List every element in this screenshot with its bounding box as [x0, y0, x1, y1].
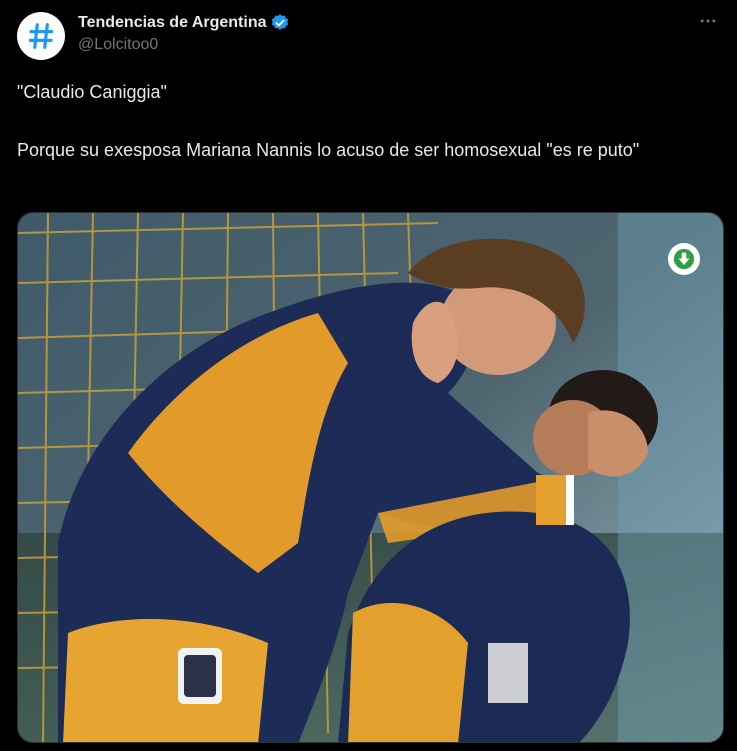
tweet-line-1: "Claudio Caniggia"	[17, 82, 167, 102]
download-arrow-icon	[673, 248, 695, 270]
display-name[interactable]: Tendencias de Argentina	[78, 14, 266, 32]
tweet-line-2: Porque su exesposa Mariana Nannis lo acu…	[17, 140, 640, 160]
download-button[interactable]	[668, 243, 700, 275]
author-name-row: Tendencias de Argentina	[78, 12, 290, 34]
tweet-text: "Claudio Caniggia" Porque su exesposa Ma…	[17, 80, 717, 162]
user-handle[interactable]: @Lolcitoo0	[78, 36, 158, 54]
verified-badge-icon	[270, 13, 290, 33]
more-options-button[interactable]	[691, 6, 725, 36]
more-icon	[700, 19, 716, 23]
hashtag-icon	[28, 23, 54, 49]
avatar[interactable]	[17, 12, 65, 60]
tweet-photo[interactable]	[17, 212, 724, 743]
photo-illustration	[18, 213, 723, 742]
